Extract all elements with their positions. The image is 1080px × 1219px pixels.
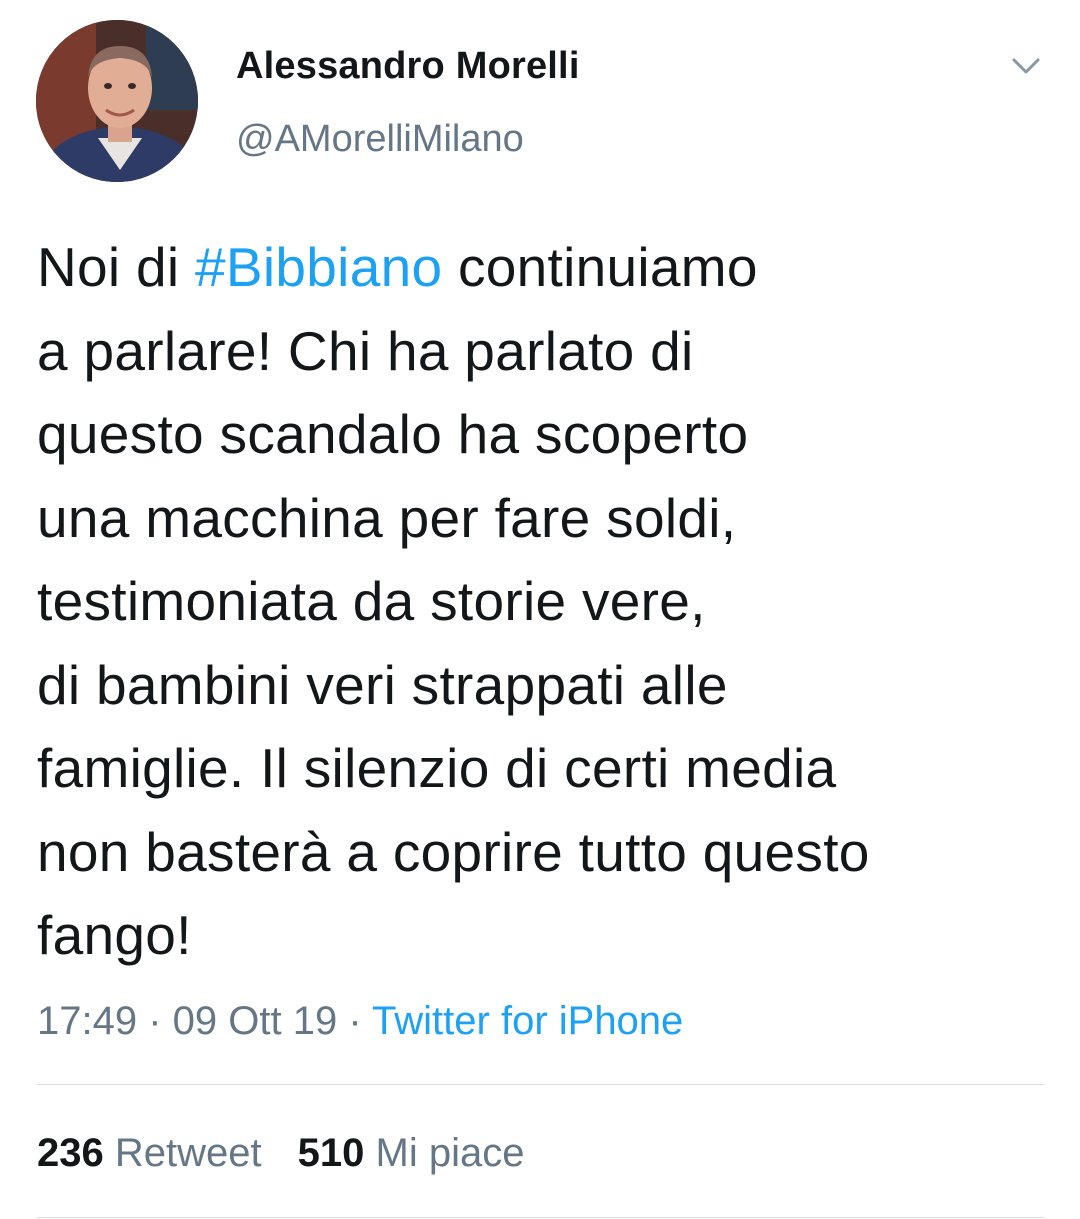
tweet-stats: 236 Retweet 510 Mi piace [37, 1125, 524, 1181]
tweet-source-link[interactable]: Twitter for iPhone [372, 999, 683, 1043]
tweet-line: a parlare! Chi ha parlato di [37, 319, 694, 382]
tweet-text-segment: Noi di [37, 236, 195, 298]
hashtag-link[interactable]: #Bibbiano [195, 236, 442, 298]
chevron-down-icon[interactable] [1006, 52, 1046, 82]
like-count-link[interactable]: 510 Mi piace [298, 1125, 525, 1181]
meta-separator: · [137, 999, 173, 1043]
tweet-line: testimoniata da storie vere, [37, 570, 706, 632]
like-count: 510 [297, 1131, 365, 1175]
tweet-metadata: 17:49 · 09 Ott 19 · Twitter for iPhone [37, 993, 683, 1049]
author-display-name[interactable]: Alessandro Morelli [236, 42, 580, 90]
tweet-line: una macchina per fare soldi, [37, 486, 737, 549]
tweet-text: Noi di #Bibbiano continuiamo a parlare! … [37, 226, 1047, 978]
retweet-label: Retweet [114, 1131, 262, 1175]
meta-separator: · [337, 999, 373, 1043]
author-names: Alessandro Morelli @AMorelliMilano [236, 42, 580, 163]
tweet-date: 09 Ott 19 [172, 999, 338, 1043]
tweet-line: Noi di #Bibbiano continuiamo [37, 226, 1047, 310]
divider [37, 1084, 1044, 1085]
tweet-header: Alessandro Morelli @AMorelliMilano [36, 20, 1046, 185]
avatar[interactable] [36, 20, 198, 182]
tweet-time: 17:49 [37, 999, 138, 1043]
tweet-line: famiglie. Il silenzio di certi media [37, 737, 837, 799]
tweet-line: non basterà a coprire tutto questo [37, 820, 870, 883]
divider [37, 1217, 1044, 1218]
retweet-count-link[interactable]: 236 Retweet [37, 1125, 262, 1181]
tweet-line: di bambini veri strappati alle [37, 653, 728, 716]
tweet-text-segment: continuiamo [442, 236, 758, 298]
author-handle[interactable]: @AMorelliMilano [236, 115, 580, 163]
tweet-line: fango! [37, 904, 192, 966]
retweet-count: 236 [37, 1131, 104, 1175]
avatar-image [36, 20, 198, 182]
tweet-line: questo scandalo ha scoperto [37, 403, 749, 465]
tweet-card: Alessandro Morelli @AMorelliMilano Noi d… [0, 0, 1080, 1219]
like-label: Mi piace [375, 1131, 525, 1175]
